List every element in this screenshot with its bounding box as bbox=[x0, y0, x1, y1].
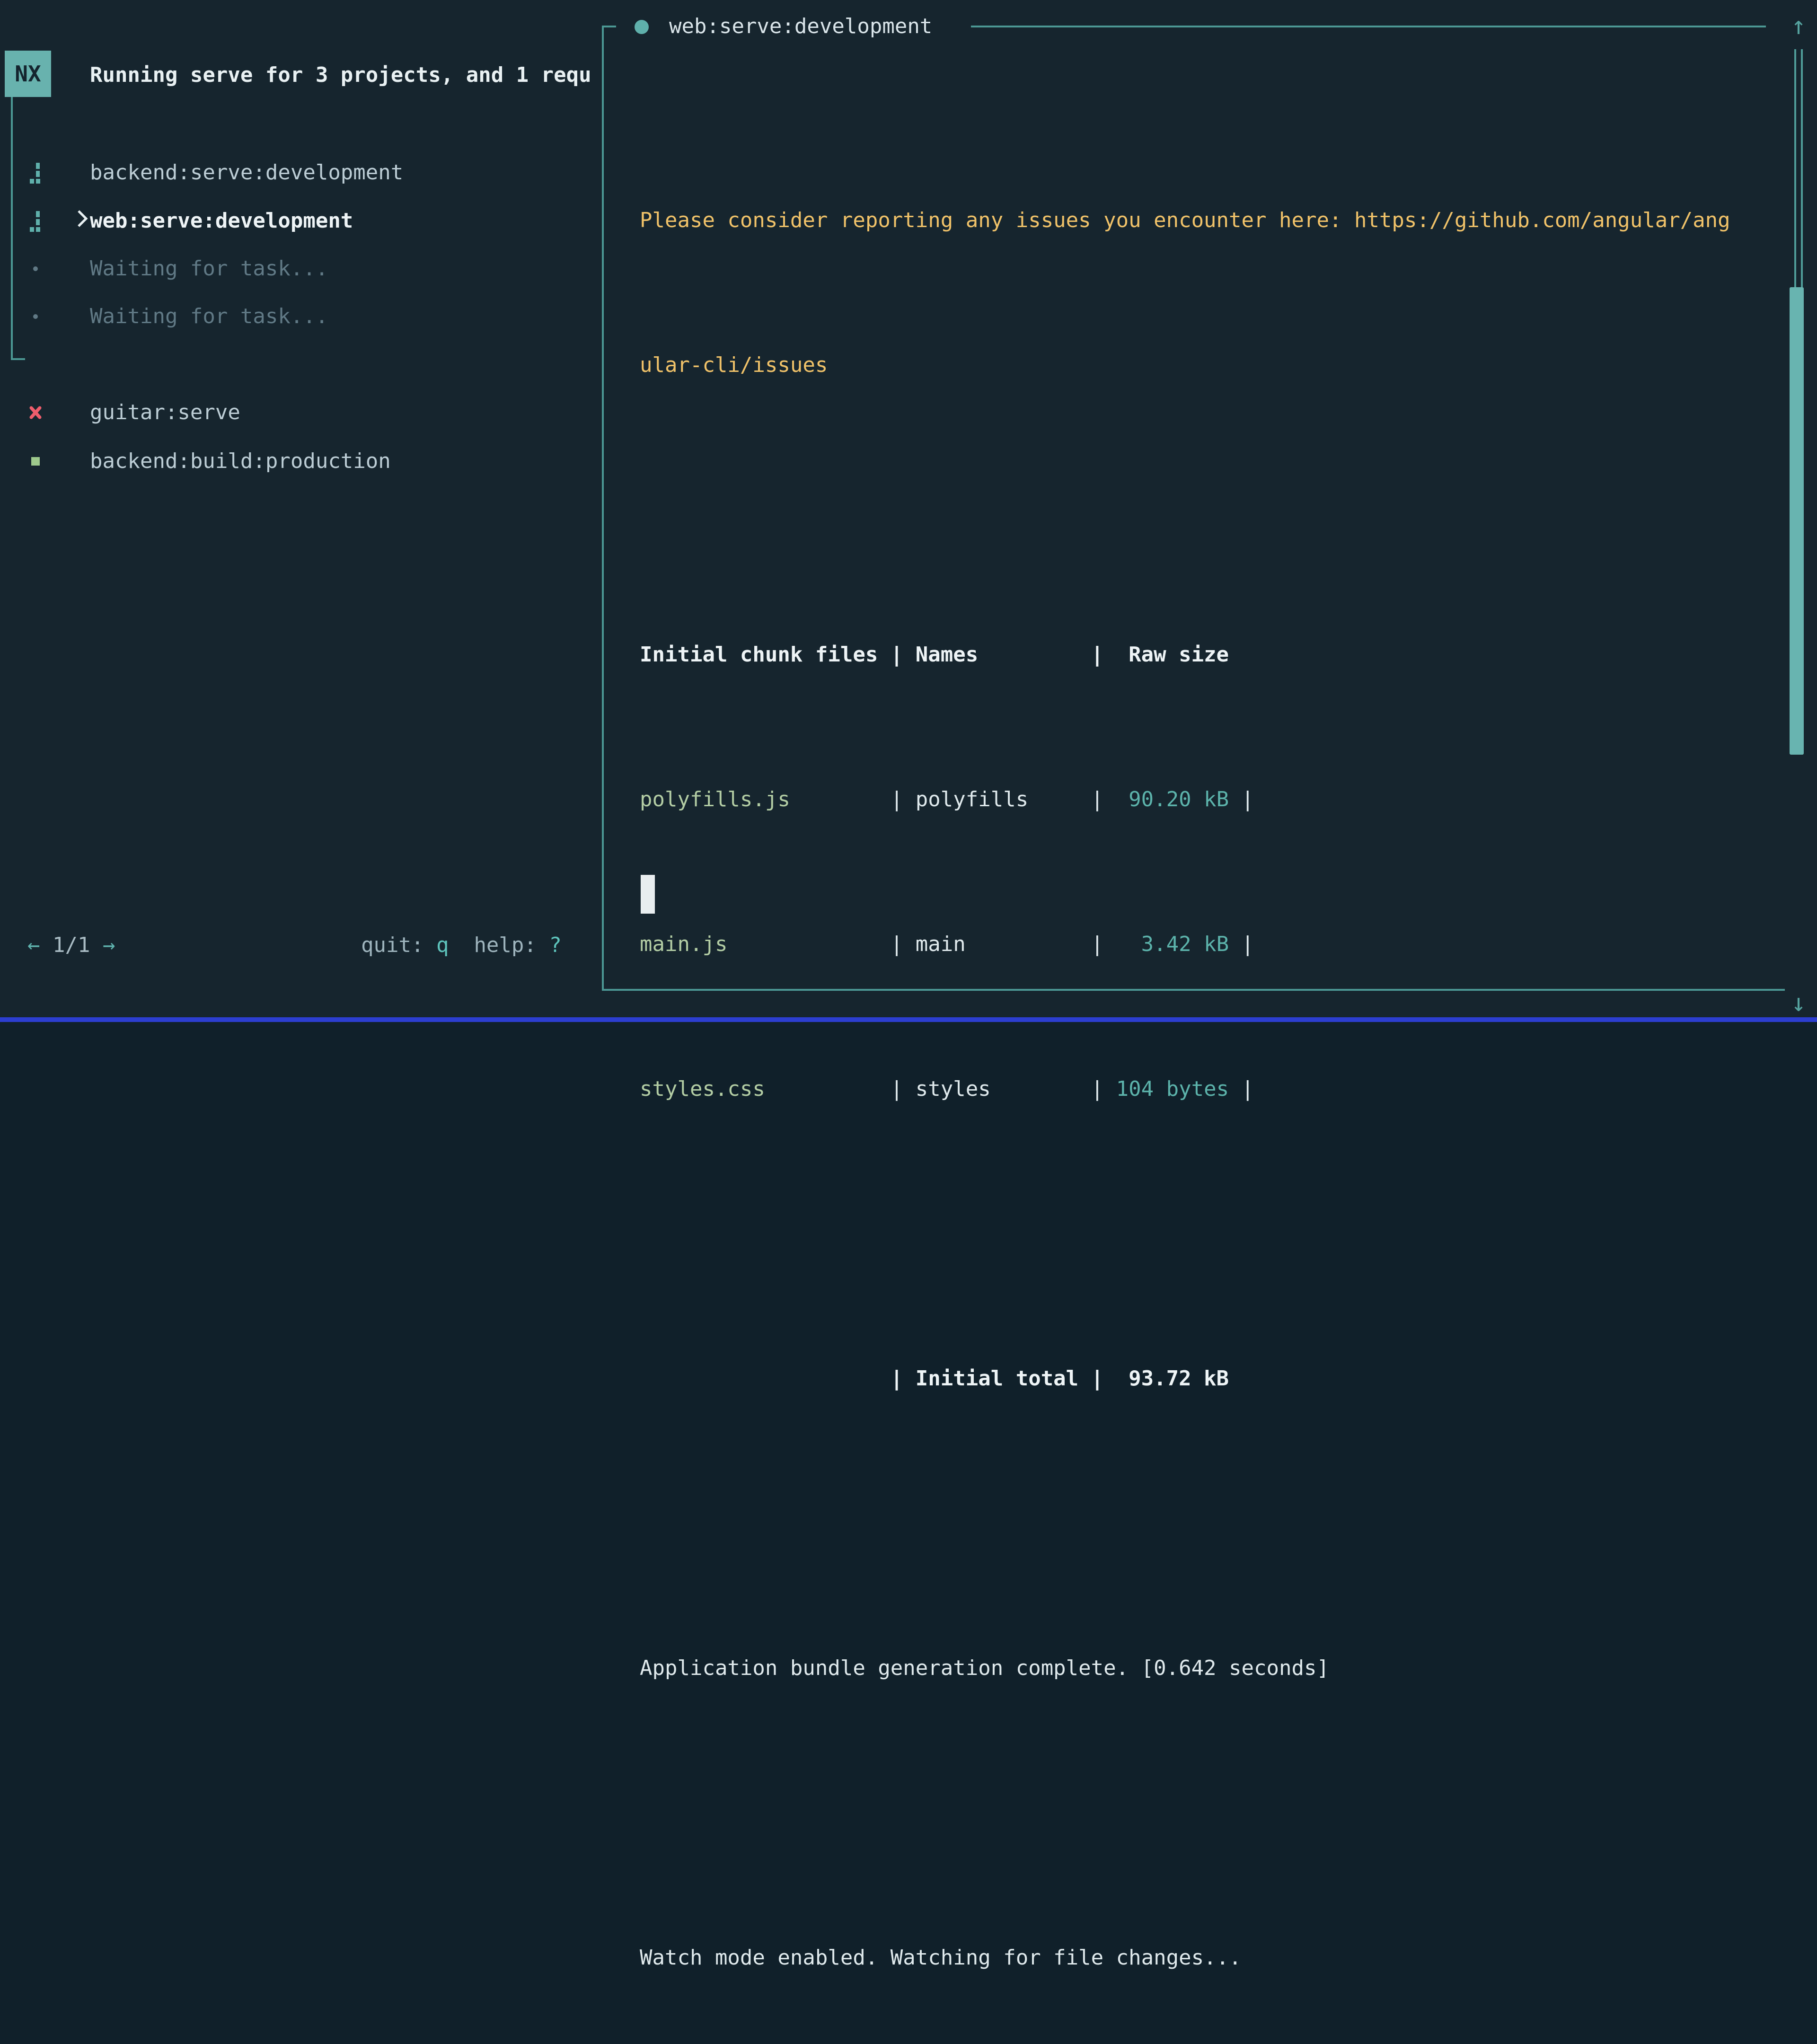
terminal-text: polyfills.js bbox=[640, 787, 790, 811]
task-label: Waiting for task... bbox=[90, 292, 328, 341]
terminal-text: | main | bbox=[727, 932, 1103, 956]
panel-title: web:serve:development bbox=[669, 2, 932, 51]
shortcut-quit-label: quit: bbox=[361, 933, 423, 957]
terminal-text: 104 bytes bbox=[1103, 1077, 1229, 1101]
pager-prev-button[interactable]: ← bbox=[27, 933, 40, 957]
task-row-backend-build[interactable]: backend:build:production bbox=[0, 437, 601, 485]
shortcut-help-key: ? bbox=[549, 933, 562, 957]
terminal-cursor bbox=[641, 875, 655, 914]
terminal-text: 3.42 kB bbox=[1103, 932, 1229, 956]
terminal-line: Watch mode enabled. Watching for file ch… bbox=[640, 1934, 1730, 1982]
terminal-line: Please consider reporting any issues you… bbox=[640, 196, 1730, 245]
terminal-line bbox=[640, 1499, 1730, 1548]
chunk-table-header: Initial chunk files | Names | Raw size bbox=[640, 631, 1730, 679]
task-label: backend:build:production bbox=[90, 437, 391, 485]
task-row-backend-serve[interactable]: backend:serve:development bbox=[0, 149, 601, 197]
chunk-table-row: main.js | main | 3.42 kB | bbox=[640, 920, 1730, 969]
panel-border-top bbox=[602, 26, 616, 27]
failed-x-icon bbox=[27, 402, 44, 423]
task-row-guitar-serve[interactable]: guitar:serve bbox=[0, 388, 601, 437]
task-status-dot-icon bbox=[635, 20, 649, 34]
terminal-text: | styles | bbox=[765, 1077, 1103, 1101]
terminal-text: Application bundle generation complete. … bbox=[640, 1656, 1329, 1680]
chunk-table-row: polyfills.js | polyfills | 90.20 kB | bbox=[640, 775, 1730, 824]
terminal-text: Please consider reporting any issues you… bbox=[640, 208, 1354, 232]
waiting-dot-icon bbox=[27, 258, 44, 279]
pager-next-button[interactable]: → bbox=[103, 933, 115, 957]
task-tree-line-foot bbox=[11, 358, 25, 360]
terminal-line: ular-cli/issues bbox=[640, 341, 1730, 389]
task-label: Waiting for task... bbox=[90, 245, 328, 293]
bottom-accent-bar bbox=[0, 1017, 1817, 1022]
panel-border-left bbox=[602, 26, 604, 991]
shortcut-hints: quit: q help: ? bbox=[361, 921, 562, 969]
chunk-table-row: styles.css | styles | 104 bytes | bbox=[640, 1065, 1730, 1113]
terminal-text: | bbox=[1229, 787, 1254, 811]
task-label-selected: web:serve:development bbox=[90, 197, 353, 245]
task-label: guitar:serve bbox=[90, 388, 240, 437]
panel-border-top bbox=[971, 26, 1766, 27]
terminal-text: | polyfills | bbox=[790, 787, 1103, 811]
shortcut-help-label: help: bbox=[474, 933, 536, 957]
success-square-icon bbox=[27, 451, 44, 472]
terminal-text: Initial chunk files | Names | Raw size bbox=[640, 643, 1229, 667]
task-row-web-serve[interactable]: web:serve:development bbox=[0, 197, 601, 245]
task-row-waiting-1[interactable]: Waiting for task... bbox=[0, 245, 601, 293]
spinner-icon bbox=[27, 211, 44, 231]
shortcut-quit-key: q bbox=[436, 933, 449, 957]
terminal-line bbox=[640, 486, 1730, 534]
chunk-table-total-row: | Initial total | 93.72 kB bbox=[640, 1355, 1730, 1403]
terminal-line bbox=[640, 1789, 1730, 1837]
terminal-text: main.js bbox=[640, 932, 727, 956]
scrollbar-thumb[interactable] bbox=[1790, 287, 1804, 755]
terminal-text: | bbox=[1229, 1077, 1254, 1101]
terminal-text: styles.css bbox=[640, 1077, 765, 1101]
sidebar-title: Running serve for 3 projects, and 1 requ bbox=[90, 51, 601, 99]
terminal-line: Application bundle generation complete. … bbox=[640, 1644, 1730, 1692]
github-issues-link[interactable]: ular-cli/issues bbox=[640, 353, 828, 377]
terminal-text: 90.20 kB bbox=[1103, 787, 1229, 811]
pager: ← 1/1 → bbox=[27, 921, 115, 969]
terminal-output: Please consider reporting any issues you… bbox=[640, 100, 1730, 2044]
scroll-up-button[interactable]: ↑ bbox=[1782, 2, 1815, 50]
terminal-line bbox=[640, 1210, 1730, 1258]
terminal-text: | bbox=[1229, 932, 1254, 956]
pager-count: 1/1 bbox=[53, 933, 90, 957]
task-label: backend:serve:development bbox=[90, 149, 403, 197]
waiting-dot-icon bbox=[27, 306, 44, 327]
terminal-text: Watch mode enabled. Watching for file ch… bbox=[640, 1946, 1242, 1970]
scrollbar-track[interactable] bbox=[1794, 49, 1803, 287]
task-row-waiting-2[interactable]: Waiting for task... bbox=[0, 292, 601, 341]
nx-terminal-ui: NX Running serve for 3 projects, and 1 r… bbox=[0, 0, 1817, 1022]
terminal-text: | Initial total | 93.72 kB bbox=[640, 1366, 1229, 1391]
nx-logo: NX bbox=[5, 51, 51, 97]
github-issues-link[interactable]: https://github.com/angular/ang bbox=[1354, 208, 1730, 232]
